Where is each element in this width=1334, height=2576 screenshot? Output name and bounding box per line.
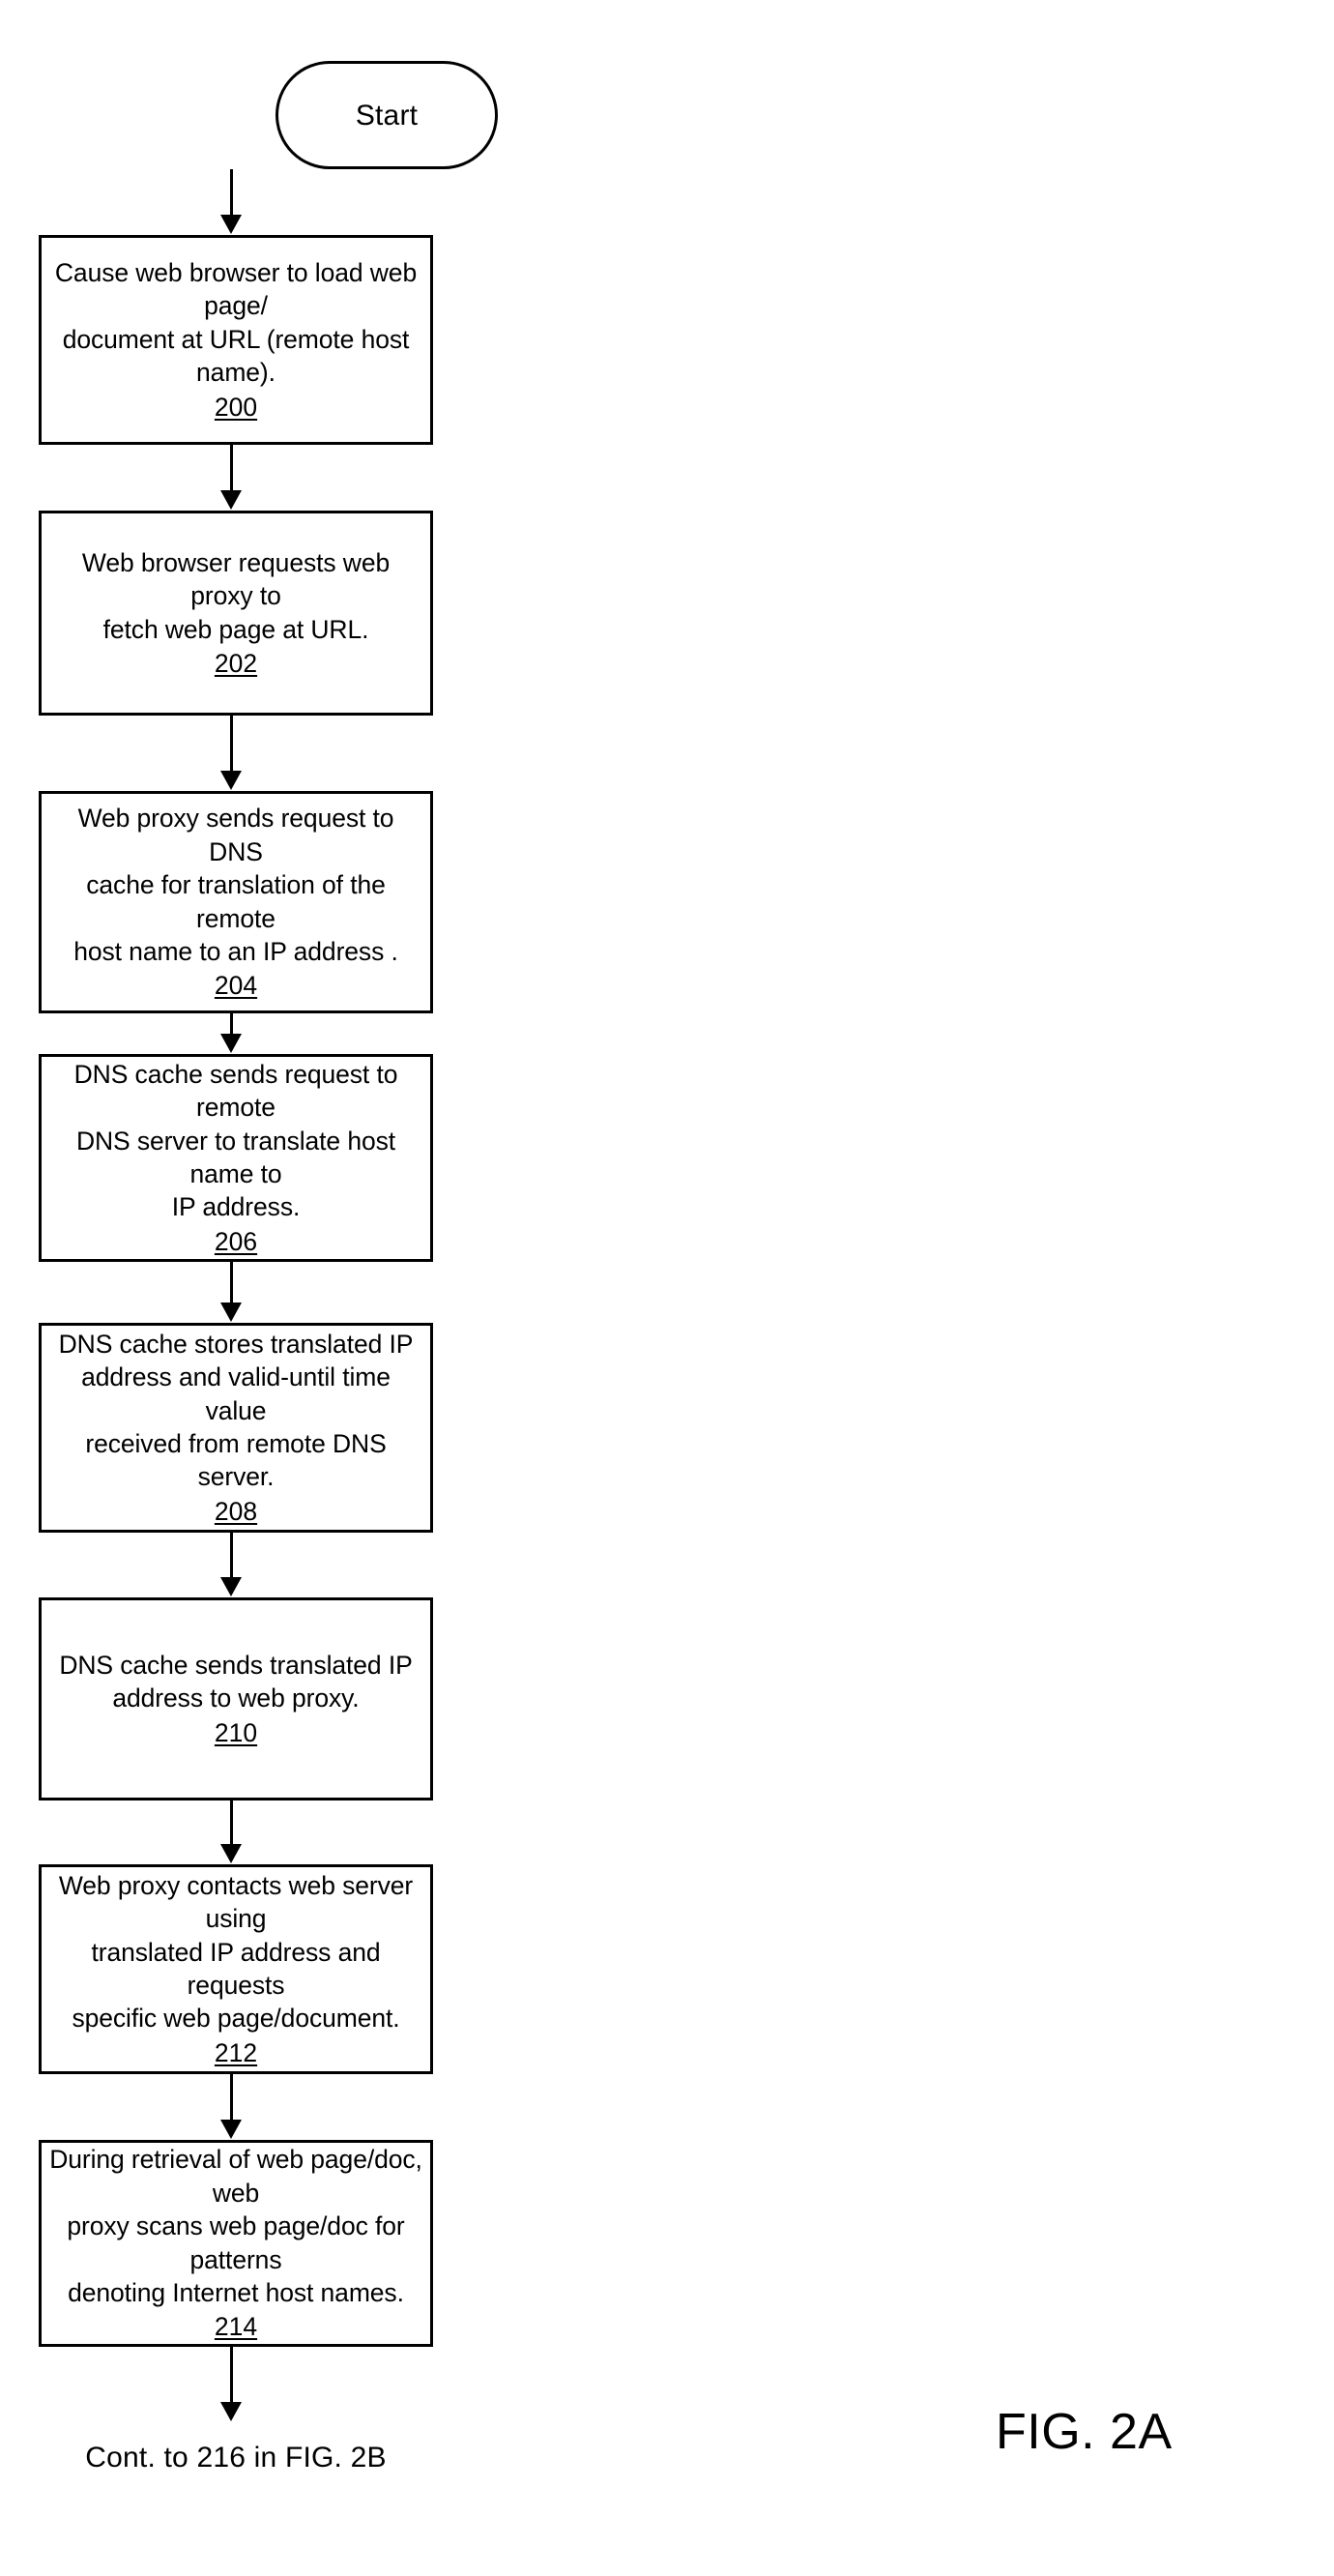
connector-212-to-214 [230,2074,233,2121]
process-ref-208: 208 [214,1496,258,1526]
process-text-210: DNS cache sends translated IP address to… [59,1650,413,1713]
arrowhead-200-to-202 [220,490,242,510]
process-box-202: Web browser requests web proxy to fetch … [39,511,433,716]
arrowhead-start-to-200 [220,215,242,234]
connector-214-to-continuation [230,2347,233,2403]
process-ref-206: 206 [214,1226,258,1256]
process-text-200: Cause web browser to load web page/ docu… [54,257,418,388]
arrowhead-210-to-212 [220,1844,242,1863]
arrowhead-206-to-208 [220,1303,242,1322]
flowchart-figure: Start Cause web browser to load web page… [0,0,1334,2576]
process-ref-204: 204 [214,971,258,1001]
connector-202-to-204 [230,716,233,772]
connector-208-to-210 [230,1533,233,1578]
process-text-202: Web browser requests web proxy to fetch … [81,547,391,644]
process-ref-214: 214 [214,2312,258,2342]
process-ref-212: 212 [214,2037,258,2067]
process-ref-200: 200 [214,392,258,422]
process-box-206: DNS cache sends request to remote DNS se… [39,1054,433,1262]
arrowhead-202-to-204 [220,771,242,790]
process-box-208: DNS cache stores translated IP address a… [39,1323,433,1533]
arrowhead-212-to-214 [220,2120,242,2139]
process-box-204: Web proxy sends request to DNS cache for… [39,791,433,1013]
connector-204-to-206 [230,1013,233,1036]
process-box-214: During retrieval of web page/doc, web pr… [39,2140,433,2347]
figure-label: FIG. 2A [996,2404,1173,2460]
connector-210-to-212 [230,1800,233,1845]
arrowhead-204-to-206 [220,1034,242,1053]
process-text-206: DNS cache sends request to remote DNS se… [73,1059,398,1222]
process-box-210: DNS cache sends translated IP address to… [39,1597,433,1800]
process-box-212: Web proxy contacts web server using tran… [39,1864,433,2074]
process-text-204: Web proxy sends request to DNS cache for… [73,804,398,966]
continuation-label: Cont. to 216 in FIG. 2B [85,2442,387,2474]
process-text-214: During retrieval of web page/doc, web pr… [49,2145,422,2307]
connector-200-to-202 [230,445,233,491]
process-box-200: Cause web browser to load web page/ docu… [39,235,433,445]
process-text-208: DNS cache stores translated IP address a… [58,1329,414,1492]
process-ref-210: 210 [214,1717,258,1747]
arrowhead-214-to-continuation [220,2402,242,2421]
process-ref-202: 202 [214,648,258,678]
connector-206-to-208 [230,1262,233,1303]
connector-start-to-200 [230,169,233,218]
process-text-212: Web proxy contacts web server using tran… [58,1870,414,2034]
start-label: Start [355,99,419,132]
arrowhead-208-to-210 [220,1577,242,1596]
flowchart-start-terminator: Start [276,61,498,169]
